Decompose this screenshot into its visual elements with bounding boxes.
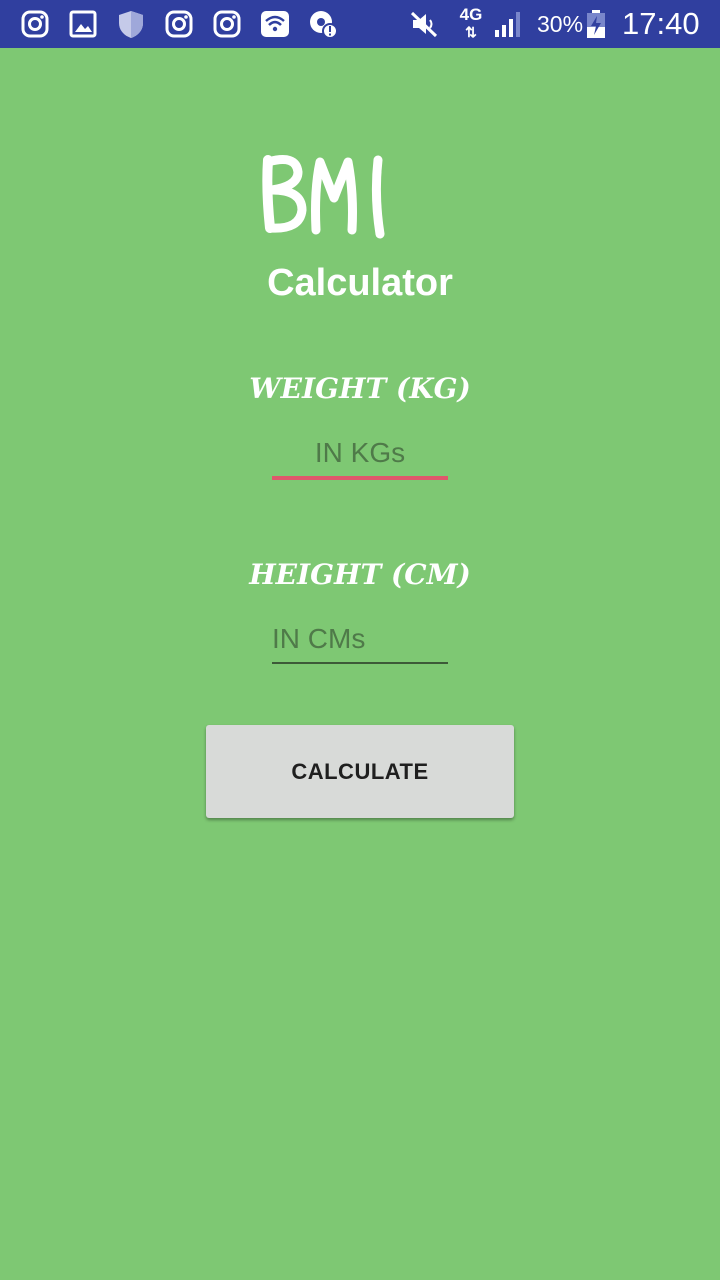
height-field[interactable]: [272, 618, 448, 664]
weight-underline: [272, 476, 448, 480]
battery-charging-icon: [584, 8, 608, 40]
height-input[interactable]: [272, 618, 448, 660]
battery-percent: 30%: [537, 11, 584, 37]
location-alert-icon: [307, 8, 339, 40]
weight-label: WEIGHT (KG): [249, 372, 471, 405]
gallery-icon: [67, 8, 99, 40]
height-label: HEIGHT (CM): [249, 558, 471, 591]
clock: 17:40: [622, 6, 700, 41]
weight-input[interactable]: [272, 432, 448, 474]
vibrate-mute-icon: [408, 8, 440, 40]
cell-signal-icon: [492, 8, 524, 40]
instagram-icon: [19, 8, 51, 40]
app-subtitle: Calculator: [267, 262, 453, 304]
network-type: 4G ⇅: [459, 5, 483, 41]
wifi-icon: [259, 8, 291, 40]
bmi-logo: [262, 150, 394, 240]
shield-icon: [115, 8, 147, 40]
instagram-icon: [163, 8, 195, 40]
weight-field[interactable]: [272, 432, 448, 480]
status-bar: 4G ⇅ 30% 17:40: [0, 0, 720, 48]
instagram-icon: [211, 8, 243, 40]
calculate-button[interactable]: CALCULATE: [206, 725, 514, 818]
height-underline: [272, 662, 448, 664]
